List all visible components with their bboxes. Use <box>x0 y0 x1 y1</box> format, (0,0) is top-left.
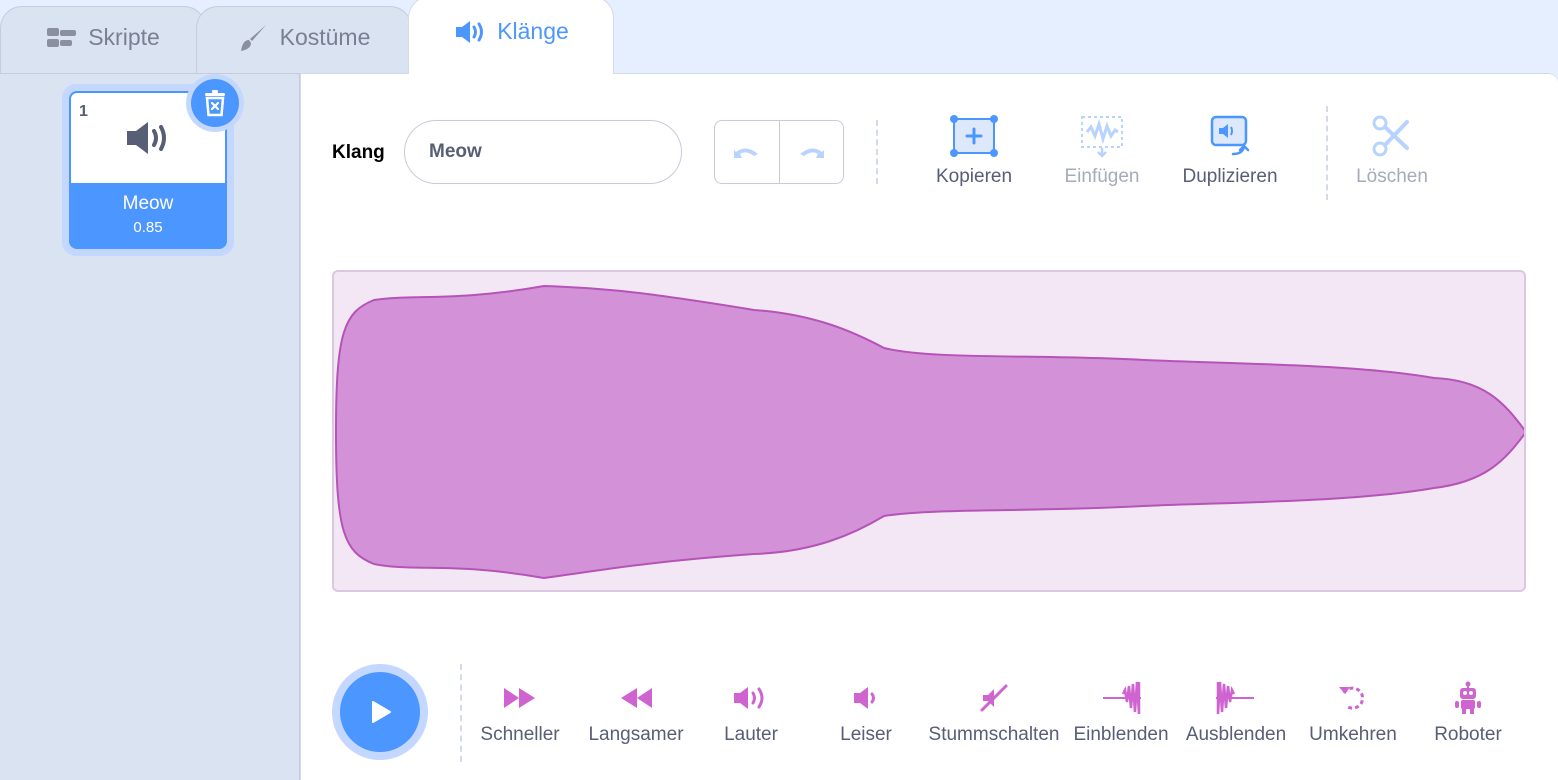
duplicate-icon <box>1210 115 1250 156</box>
effect-mute-button[interactable]: Stummschalten <box>924 680 1064 746</box>
copy-icon <box>950 115 998 157</box>
effect-slower-label: Langsamer <box>588 724 684 745</box>
tab-scripts[interactable]: Skripte <box>0 6 206 74</box>
sound-name: Meow <box>122 193 174 214</box>
tab-sounds[interactable]: Klänge <box>408 0 614 74</box>
play-button[interactable] <box>332 664 428 760</box>
effect-faster-label: Schneller <box>480 724 560 745</box>
effect-mute-label: Stummschalten <box>928 724 1060 745</box>
undo-icon <box>733 148 758 158</box>
sound-length: 0.85 <box>133 219 163 236</box>
play-icon <box>372 701 391 723</box>
speaker-icon <box>127 122 166 154</box>
tab-costumes-label: Kostüme <box>279 24 371 50</box>
delete-sound-button[interactable] <box>186 74 244 132</box>
effect-louder-label: Lauter <box>724 724 778 745</box>
duplicate-button[interactable]: Duplizieren <box>1175 114 1285 188</box>
brush-icon <box>238 23 270 53</box>
effect-robot-label: Roboter <box>1434 724 1502 745</box>
sound-name-input[interactable] <box>404 120 682 184</box>
toolbar-divider <box>876 120 878 184</box>
waveform-area[interactable] <box>332 270 1526 592</box>
undo-button[interactable] <box>715 121 780 183</box>
tab-costumes[interactable]: Kostüme <box>196 6 412 74</box>
effect-fade-out-label: Ausblenden <box>1185 724 1287 745</box>
copy-label: Kopieren <box>935 166 1013 187</box>
volume-up-icon <box>734 687 764 709</box>
undo-redo-group <box>714 120 844 184</box>
toolbar-divider-2 <box>1326 106 1328 200</box>
effect-fade-in-label: Einblenden <box>1073 724 1169 745</box>
tab-sounds-label: Klänge <box>497 18 569 44</box>
sound-index: 1 <box>79 103 88 120</box>
mute-icon <box>980 684 1008 712</box>
sound-name-label: Klang <box>332 142 385 163</box>
trash-icon <box>205 90 225 117</box>
copy-button[interactable]: Kopieren <box>919 114 1029 188</box>
waveform <box>334 284 1524 580</box>
fast-forward-icon <box>504 688 535 708</box>
reverse-icon <box>1339 686 1365 710</box>
redo-icon <box>800 148 825 158</box>
code-icon <box>46 26 78 50</box>
delete-button[interactable]: Löschen <box>1337 114 1447 188</box>
paste-button[interactable]: Einfügen <box>1047 114 1157 188</box>
effect-robot-button[interactable]: Roboter <box>1398 680 1538 746</box>
delete-label: Löschen <box>1356 166 1428 187</box>
fade-in-icon <box>1103 681 1141 715</box>
effect-softer-label: Leiser <box>840 724 892 745</box>
robot-icon <box>1455 681 1481 714</box>
paste-icon <box>1081 116 1123 158</box>
scissors-icon <box>1372 115 1409 157</box>
duplicate-label: Duplizieren <box>1182 166 1278 187</box>
redo-button[interactable] <box>780 121 844 183</box>
tab-scripts-label: Skripte <box>88 24 160 50</box>
effect-softer-button[interactable]: Leiser <box>796 680 936 746</box>
volume-down-icon <box>854 687 875 709</box>
paste-label: Einfügen <box>1064 166 1140 187</box>
effect-reverse-label: Umkehren <box>1309 724 1397 745</box>
rewind-icon <box>621 688 652 708</box>
speaker-icon <box>453 18 487 46</box>
fade-out-icon <box>1216 681 1254 715</box>
